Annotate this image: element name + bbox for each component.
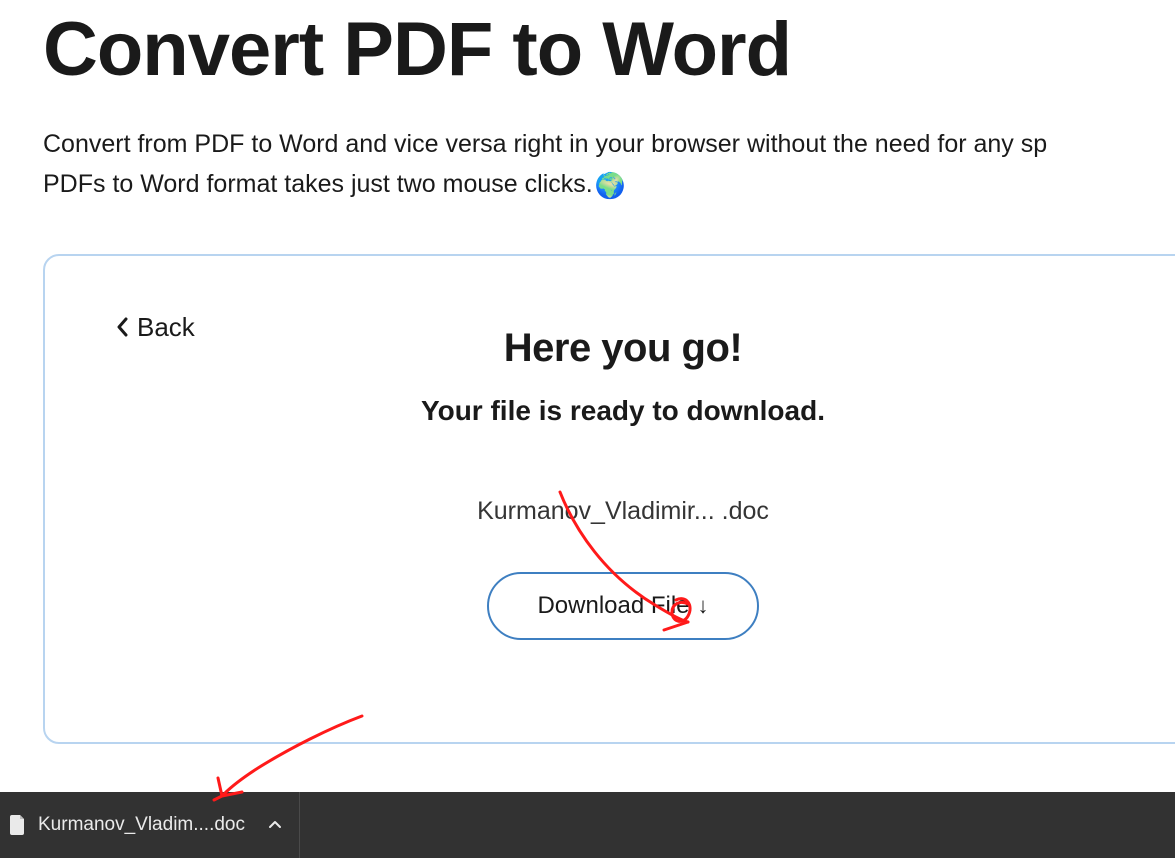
back-button-label: Back (137, 312, 195, 343)
back-button[interactable]: Back (115, 312, 195, 343)
page-subtitle-line-2: PDFs to Word format takes just two mouse… (43, 164, 1175, 206)
download-arrow-icon: ↓ (698, 593, 709, 619)
download-file-button[interactable]: Download File ↓ (487, 572, 758, 640)
download-shelf: Kurmanov_Vladim....doc (0, 792, 1175, 858)
download-shelf-item-label: Kurmanov_Vladim....doc (38, 814, 255, 836)
download-shelf-item[interactable]: Kurmanov_Vladim....doc (0, 792, 300, 858)
chevron-up-icon[interactable] (267, 817, 283, 833)
download-file-button-label: Download File (537, 592, 689, 620)
result-filename: Kurmanov_Vladimir... .doc (323, 497, 923, 526)
result-card: Back Here you go! Your file is ready to … (43, 254, 1175, 744)
document-icon (10, 815, 26, 835)
page-title: Convert PDF to Word (43, 10, 1175, 90)
chevron-left-icon (115, 315, 131, 339)
result-heading: Here you go! (323, 326, 923, 371)
result-subheading: Your file is ready to download. (323, 395, 923, 427)
page-subtitle-line-1: Convert from PDF to Word and vice versa … (43, 124, 1175, 164)
globe-icon: 🌍 (595, 166, 626, 206)
page-subtitle-line-2-text: PDFs to Word format takes just two mouse… (43, 170, 593, 198)
